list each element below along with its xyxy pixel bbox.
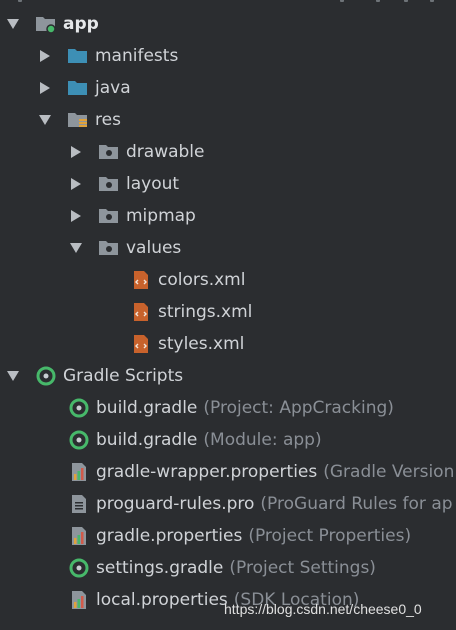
tree-label: res bbox=[95, 110, 121, 130]
package-folder-icon bbox=[98, 206, 120, 226]
toolbar-fragment bbox=[430, 0, 434, 2]
expand-toggle[interactable] bbox=[37, 48, 53, 64]
tree-label: styles.xml bbox=[158, 334, 245, 354]
chevron-right-icon bbox=[40, 82, 50, 94]
tree-label: layout bbox=[126, 174, 180, 194]
tree-hint: (Project Settings) bbox=[229, 558, 376, 578]
tree-node-gradle-file[interactable]: settings.gradle (Project Settings) bbox=[0, 552, 456, 584]
top-toolbar-fragment bbox=[0, 0, 456, 6]
tree-node-gradle-file[interactable]: proguard-rules.pro (ProGuard Rules for ap bbox=[0, 488, 456, 520]
toolbar-fragment bbox=[340, 0, 344, 2]
tree-node-values[interactable]: values bbox=[0, 232, 456, 264]
chevron-down-icon bbox=[39, 115, 51, 125]
xml-file-icon bbox=[130, 270, 152, 290]
chevron-down-icon bbox=[7, 371, 19, 381]
gradle-icon bbox=[35, 366, 57, 386]
tree-label: mipmap bbox=[126, 206, 196, 226]
tree-node-mipmap[interactable]: mipmap bbox=[0, 200, 456, 232]
package-folder-icon bbox=[98, 238, 120, 258]
properties-icon bbox=[68, 462, 90, 482]
expand-toggle[interactable] bbox=[68, 240, 84, 256]
chevron-right-icon bbox=[71, 210, 81, 222]
module-folder-icon bbox=[35, 14, 57, 34]
expand-toggle[interactable] bbox=[5, 16, 21, 32]
expand-toggle[interactable] bbox=[37, 112, 53, 128]
chevron-right-icon bbox=[40, 50, 50, 62]
tree-label: java bbox=[95, 78, 131, 98]
tree-label: build.gradle bbox=[96, 398, 198, 418]
expand-toggle[interactable] bbox=[68, 208, 84, 224]
package-folder-icon bbox=[98, 174, 120, 194]
properties-icon bbox=[68, 526, 90, 546]
expand-toggle[interactable] bbox=[68, 176, 84, 192]
expand-toggle[interactable] bbox=[68, 144, 84, 160]
tree-node-gradle-file[interactable]: gradle-wrapper.properties (Gradle Version bbox=[0, 456, 456, 488]
expand-toggle[interactable] bbox=[37, 80, 53, 96]
resource-folder-icon bbox=[67, 110, 89, 130]
toolbar-fragment bbox=[404, 0, 408, 2]
gradle-icon bbox=[68, 558, 90, 578]
tree-node-java[interactable]: java bbox=[0, 72, 456, 104]
properties-icon bbox=[68, 590, 90, 610]
xml-file-icon bbox=[130, 302, 152, 322]
tree-hint: (Gradle Version bbox=[323, 462, 455, 482]
tree-label: gradle.properties bbox=[96, 526, 243, 546]
gradle-icon bbox=[68, 430, 90, 450]
chevron-down-icon bbox=[70, 243, 82, 253]
tree-node-gradle-scripts[interactable]: Gradle Scripts bbox=[0, 360, 456, 392]
tree-label: settings.gradle bbox=[96, 558, 224, 578]
tree-node-gradle-file[interactable]: build.gradle (Module: app) bbox=[0, 424, 456, 456]
chevron-right-icon bbox=[71, 178, 81, 190]
tree-label: manifests bbox=[95, 46, 179, 66]
tree-node-app[interactable]: app bbox=[0, 8, 456, 40]
tree-label: strings.xml bbox=[158, 302, 253, 322]
gradle-scripts-list: build.gradle (Project: AppCracking) build.… bbox=[0, 392, 456, 616]
tree-label: build.gradle bbox=[96, 430, 198, 450]
watermark: https://blog.csdn.net/cheese0_0 bbox=[224, 601, 422, 617]
text-file-icon bbox=[68, 494, 90, 514]
expand-toggle[interactable] bbox=[5, 368, 21, 384]
project-tree: app manifests java res drawable layout m… bbox=[0, 8, 456, 616]
tree-label: gradle-wrapper.properties bbox=[96, 462, 318, 482]
tree-label: proguard-rules.pro bbox=[96, 494, 255, 514]
tree-label: Gradle Scripts bbox=[63, 366, 184, 386]
tree-hint: (ProGuard Rules for ap bbox=[260, 494, 453, 514]
folder-icon bbox=[67, 46, 89, 66]
chevron-right-icon bbox=[71, 146, 81, 158]
tree-node-manifests[interactable]: manifests bbox=[0, 40, 456, 72]
tree-node-drawable[interactable]: drawable bbox=[0, 136, 456, 168]
tree-node-strings-xml[interactable]: strings.xml bbox=[0, 296, 456, 328]
tree-node-gradle-file[interactable]: gradle.properties (Project Properties) bbox=[0, 520, 456, 552]
chevron-down-icon bbox=[7, 19, 19, 29]
xml-file-icon bbox=[130, 334, 152, 354]
gradle-icon bbox=[68, 398, 90, 418]
tree-label: values bbox=[126, 238, 182, 258]
tree-hint: (Project: AppCracking) bbox=[203, 398, 394, 418]
tree-node-colors-xml[interactable]: colors.xml bbox=[0, 264, 456, 296]
toolbar-fragment bbox=[376, 0, 380, 2]
tree-label: app bbox=[63, 14, 99, 34]
folder-icon bbox=[67, 78, 89, 98]
tree-label: local.properties bbox=[96, 590, 228, 610]
tree-label: drawable bbox=[126, 142, 205, 162]
tree-node-res[interactable]: res bbox=[0, 104, 456, 136]
tree-node-styles-xml[interactable]: styles.xml bbox=[0, 328, 456, 360]
tree-label: colors.xml bbox=[158, 270, 246, 290]
toolbar-fragment bbox=[18, 0, 22, 2]
tree-node-gradle-file[interactable]: build.gradle (Project: AppCracking) bbox=[0, 392, 456, 424]
package-folder-icon bbox=[98, 142, 120, 162]
tree-node-layout[interactable]: layout bbox=[0, 168, 456, 200]
tree-hint: (Module: app) bbox=[203, 430, 322, 450]
tree-hint: (Project Properties) bbox=[248, 526, 412, 546]
